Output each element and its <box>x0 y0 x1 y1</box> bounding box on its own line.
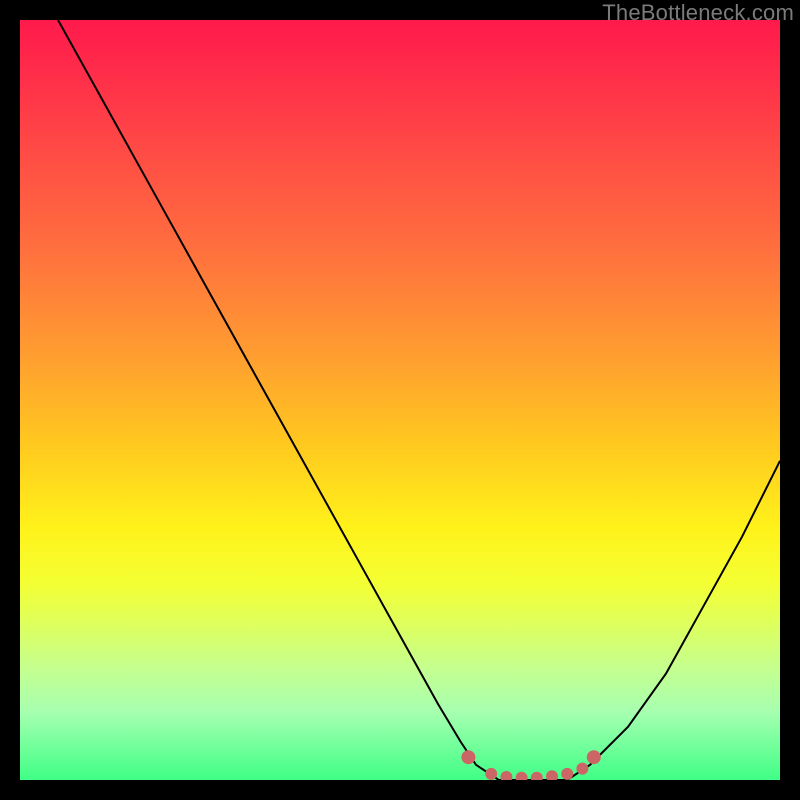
trough-marker <box>587 750 601 764</box>
trough-marker <box>485 768 497 780</box>
trough-markers <box>461 750 600 780</box>
trough-marker <box>500 771 512 780</box>
trough-marker <box>576 763 588 775</box>
chart-stage: TheBottleneck.com <box>0 0 800 800</box>
trough-marker <box>531 772 543 780</box>
trough-marker <box>516 772 528 780</box>
trough-marker <box>461 750 475 764</box>
plot-area <box>20 20 780 780</box>
chart-svg <box>20 20 780 780</box>
trough-marker <box>561 768 573 780</box>
trough-marker <box>546 770 558 780</box>
bottleneck-curve <box>58 20 780 780</box>
